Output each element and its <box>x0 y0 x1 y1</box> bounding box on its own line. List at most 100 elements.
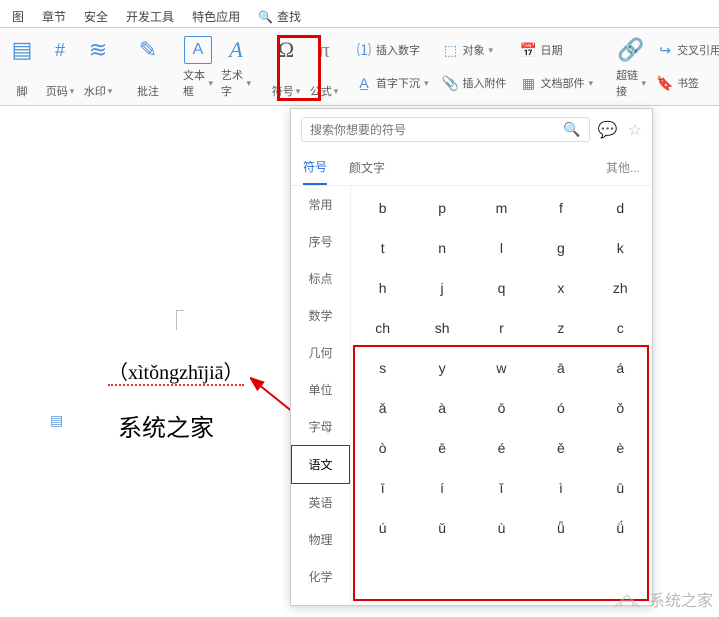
crossref-button[interactable]: ↪交叉引用 <box>654 41 719 59</box>
docparts-button[interactable]: ▦文档部件▾ <box>518 74 597 92</box>
bookmark-button[interactable]: 🔖书签 <box>654 74 719 92</box>
equation-button[interactable]: π 公式▾ <box>305 32 343 101</box>
category-item[interactable]: 语文 <box>291 445 350 484</box>
symbol-cell[interactable]: ì <box>531 468 590 508</box>
symbol-cell[interactable]: x <box>531 268 590 308</box>
category-item[interactable]: 数学 <box>291 297 350 334</box>
symbol-cell[interactable]: ch <box>353 308 412 348</box>
symbol-cell[interactable]: é <box>472 428 531 468</box>
chevron-down-icon: ▾ <box>424 78 429 89</box>
category-item[interactable]: 序号 <box>291 223 350 260</box>
popup-tab-emoji[interactable]: 颜文字 <box>349 151 385 184</box>
symbol-cell[interactable]: ǐ <box>472 468 531 508</box>
symbol-cell[interactable]: ó <box>531 388 590 428</box>
star-icon[interactable]: ☆ <box>628 120 642 140</box>
symbol-cell[interactable]: ò <box>353 428 412 468</box>
symbol-cell[interactable]: zh <box>591 268 650 308</box>
symbol-cell[interactable]: l <box>472 228 531 268</box>
tab-special[interactable]: 特色应用 <box>192 8 240 25</box>
menu-tabs: 图 章节 安全 开发工具 特色应用 🔍 查找 <box>0 0 719 28</box>
insert-number-button[interactable]: ⑴插入数字 <box>353 41 432 59</box>
symbol-cell[interactable]: è <box>591 428 650 468</box>
symbol-cell[interactable]: b <box>353 188 412 228</box>
symbol-cell[interactable]: á <box>591 348 650 388</box>
symbol-cell[interactable]: z <box>531 308 590 348</box>
category-item[interactable]: 字母 <box>291 408 350 445</box>
symbol-cell[interactable]: ī <box>353 468 412 508</box>
symbol-cell[interactable]: sh <box>412 308 471 348</box>
symbol-cell[interactable]: j <box>412 268 471 308</box>
popup-search-box[interactable]: 🔍 <box>301 117 590 142</box>
category-item[interactable]: 物理 <box>291 521 350 558</box>
symbol-cell[interactable]: k <box>591 228 650 268</box>
symbol-cell[interactable]: í <box>412 468 471 508</box>
symbol-cell[interactable]: g <box>531 228 590 268</box>
tab-section[interactable]: 章节 <box>42 8 66 25</box>
pagenumber-button[interactable]: # 页码▾ <box>41 32 79 101</box>
category-item[interactable]: 几何 <box>291 334 350 371</box>
symbol-cell[interactable]: ō <box>472 388 531 428</box>
symbol-cell[interactable]: r <box>472 308 531 348</box>
symbol-cell[interactable]: ǖ <box>531 508 590 548</box>
attachment-button[interactable]: 📎插入附件 <box>440 74 510 92</box>
symbol-cell[interactable]: p <box>412 188 471 228</box>
wordart-button[interactable]: A 艺术字▾ <box>217 32 255 101</box>
date-button[interactable]: 📅日期 <box>518 41 597 59</box>
category-item[interactable]: 单位 <box>291 371 350 408</box>
symbol-cell[interactable]: n <box>412 228 471 268</box>
symbol-cell[interactable]: m <box>472 188 531 228</box>
tab-security[interactable]: 安全 <box>84 8 108 25</box>
symbol-cell[interactable]: f <box>531 188 590 228</box>
symbol-cell[interactable]: ē <box>412 428 471 468</box>
category-item[interactable]: 英语 <box>291 484 350 521</box>
symbol-cell[interactable]: ǒ <box>591 388 650 428</box>
symbol-cell[interactable]: h <box>353 268 412 308</box>
category-item[interactable]: 标点 <box>291 260 350 297</box>
symbol-cell[interactable]: c <box>591 308 650 348</box>
symbol-cell[interactable]: w <box>472 348 531 388</box>
symbol-cell[interactable]: ú <box>353 508 412 548</box>
category-item[interactable]: 化学 <box>291 558 350 595</box>
chevron-down-icon: ▾ <box>489 45 494 56</box>
tab-view[interactable]: 图 <box>12 8 24 25</box>
symbol-cell[interactable]: s <box>353 348 412 388</box>
symbol-cell[interactable]: t <box>353 228 412 268</box>
comment-button[interactable]: ✎ 批注 <box>129 32 167 101</box>
wordart-icon: A <box>222 36 250 64</box>
symbol-cell[interactable]: ǔ <box>412 508 471 548</box>
category-list: 常用序号标点数学几何单位字母语文英语物理化学 <box>291 186 351 605</box>
object-button[interactable]: ⬚对象▾ <box>440 41 510 59</box>
symbol-cell[interactable]: y <box>412 348 471 388</box>
symbol-button[interactable]: Ω 符号▾ <box>267 32 305 101</box>
textbox-button[interactable]: A 文本框▾ <box>179 32 217 101</box>
symbol-cell[interactable]: à <box>412 388 471 428</box>
popup-tabs: 符号 颜文字 其他... <box>291 150 652 186</box>
symbol-cell[interactable]: ǎ <box>353 388 412 428</box>
dropcap-button[interactable]: A̲首字下沉▾ <box>353 74 432 92</box>
popup-tab-other[interactable]: 其他... <box>606 151 640 184</box>
category-item[interactable]: 常用 <box>291 186 350 223</box>
symbol-popup: 🔍 💬 ☆ 符号 颜文字 其他... 常用序号标点数学几何单位字母语文英语物理化… <box>290 108 653 606</box>
page-thumb-icon[interactable]: ▤ <box>50 412 63 429</box>
hyperlink-button[interactable]: 🔗 超链接▾ <box>612 32 650 101</box>
popup-search-input[interactable] <box>310 123 563 137</box>
tab-search[interactable]: 🔍 查找 <box>258 8 301 25</box>
chat-icon[interactable]: 💬 <box>598 120 618 140</box>
tab-devtools[interactable]: 开发工具 <box>126 8 174 25</box>
object-icon: ⬚ <box>443 42 459 58</box>
watermark-button[interactable]: ≋ 水印▾ <box>79 32 117 101</box>
symbol-cell[interactable]: ā <box>531 348 590 388</box>
popup-tab-symbol[interactable]: 符号 <box>303 150 327 185</box>
symbol-cell[interactable]: q <box>472 268 531 308</box>
symbol-cell[interactable]: ū <box>591 468 650 508</box>
symbol-cell[interactable]: ě <box>531 428 590 468</box>
symbol-cell[interactable]: ù <box>472 508 531 548</box>
footer-button[interactable]: ▤ 脚 <box>3 32 41 101</box>
chevron-down-icon: ▾ <box>246 78 251 89</box>
doc-body-text: 系统之家 <box>118 408 214 443</box>
number-icon: ⑴ <box>356 42 372 58</box>
search-icon[interactable]: 🔍 <box>563 121 580 138</box>
symbol-cell[interactable]: d <box>591 188 650 228</box>
symbol-cell[interactable]: ǘ <box>591 508 650 548</box>
symbol-grid: bpmfd tnlgk hjqxzh chshrzc sywāá ǎàōóǒ òēéěè īí… <box>351 186 652 605</box>
